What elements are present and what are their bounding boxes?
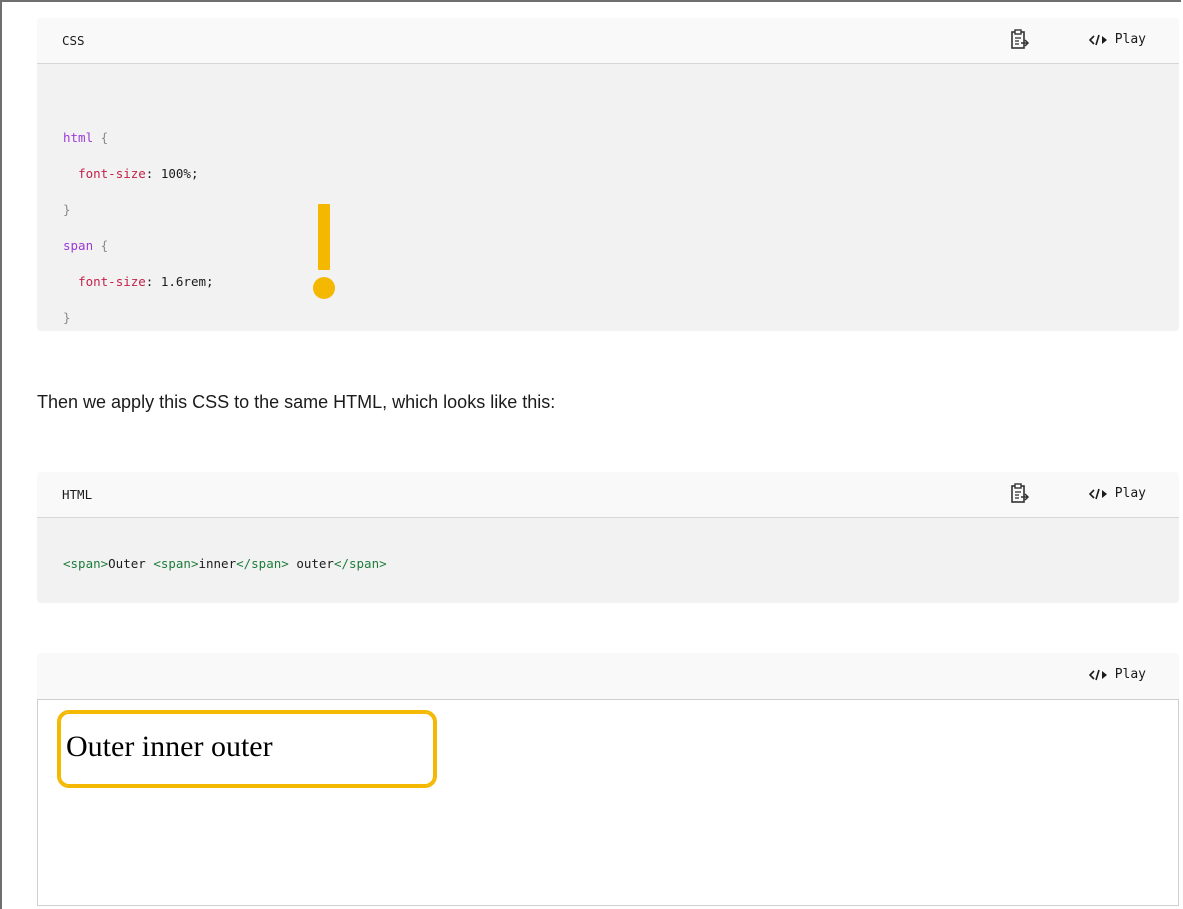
code-line: } bbox=[63, 310, 71, 325]
result-output-frame: Outer inner outer bbox=[37, 699, 1179, 906]
code-line: span { bbox=[63, 238, 109, 253]
paragraph-text: Then we apply this CSS to the same HTML,… bbox=[37, 392, 556, 412]
css-code: html { font-size: 100%;} span { font-size… bbox=[37, 64, 1179, 408]
css-block-header: CSS Play bbox=[37, 18, 1179, 64]
html-code-block: HTML Play <span>Outer <span>inner</span>… bbox=[37, 472, 1179, 603]
rendered-output-text: Outer inner outer bbox=[66, 730, 273, 763]
html-code: <span>Outer <span>inner</span> outer</sp… bbox=[63, 556, 387, 571]
code-line: } bbox=[63, 202, 71, 217]
code-line: font-size: 1.6rem; bbox=[78, 274, 214, 289]
html-block-header: HTML Play bbox=[37, 472, 1179, 518]
exclamation-annotation bbox=[318, 204, 330, 270]
result-header: Play bbox=[37, 653, 1179, 700]
clipboard-copy-icon[interactable] bbox=[1009, 482, 1031, 506]
css-code-block: CSS Play html { font-size: 100%;} span { … bbox=[37, 18, 1179, 331]
code-play-icon bbox=[1088, 669, 1107, 680]
code-play-icon bbox=[1088, 34, 1107, 45]
code-language-label: CSS bbox=[62, 33, 85, 48]
play-button[interactable]: Play bbox=[1088, 486, 1146, 501]
play-button[interactable]: Play bbox=[1088, 32, 1146, 47]
code-line: html { bbox=[63, 130, 109, 145]
clipboard-copy-icon[interactable] bbox=[1009, 28, 1031, 52]
exclamation-dot bbox=[313, 277, 335, 299]
play-label: Play bbox=[1114, 32, 1146, 47]
play-label: Play bbox=[1114, 667, 1146, 682]
code-line: font-size: 100%; bbox=[78, 166, 199, 181]
code-language-label: HTML bbox=[62, 487, 93, 502]
code-play-icon bbox=[1088, 488, 1107, 499]
result-block: Play Outer inner outer bbox=[37, 653, 1179, 906]
play-button[interactable]: Play bbox=[1088, 667, 1146, 682]
play-label: Play bbox=[1114, 486, 1146, 501]
